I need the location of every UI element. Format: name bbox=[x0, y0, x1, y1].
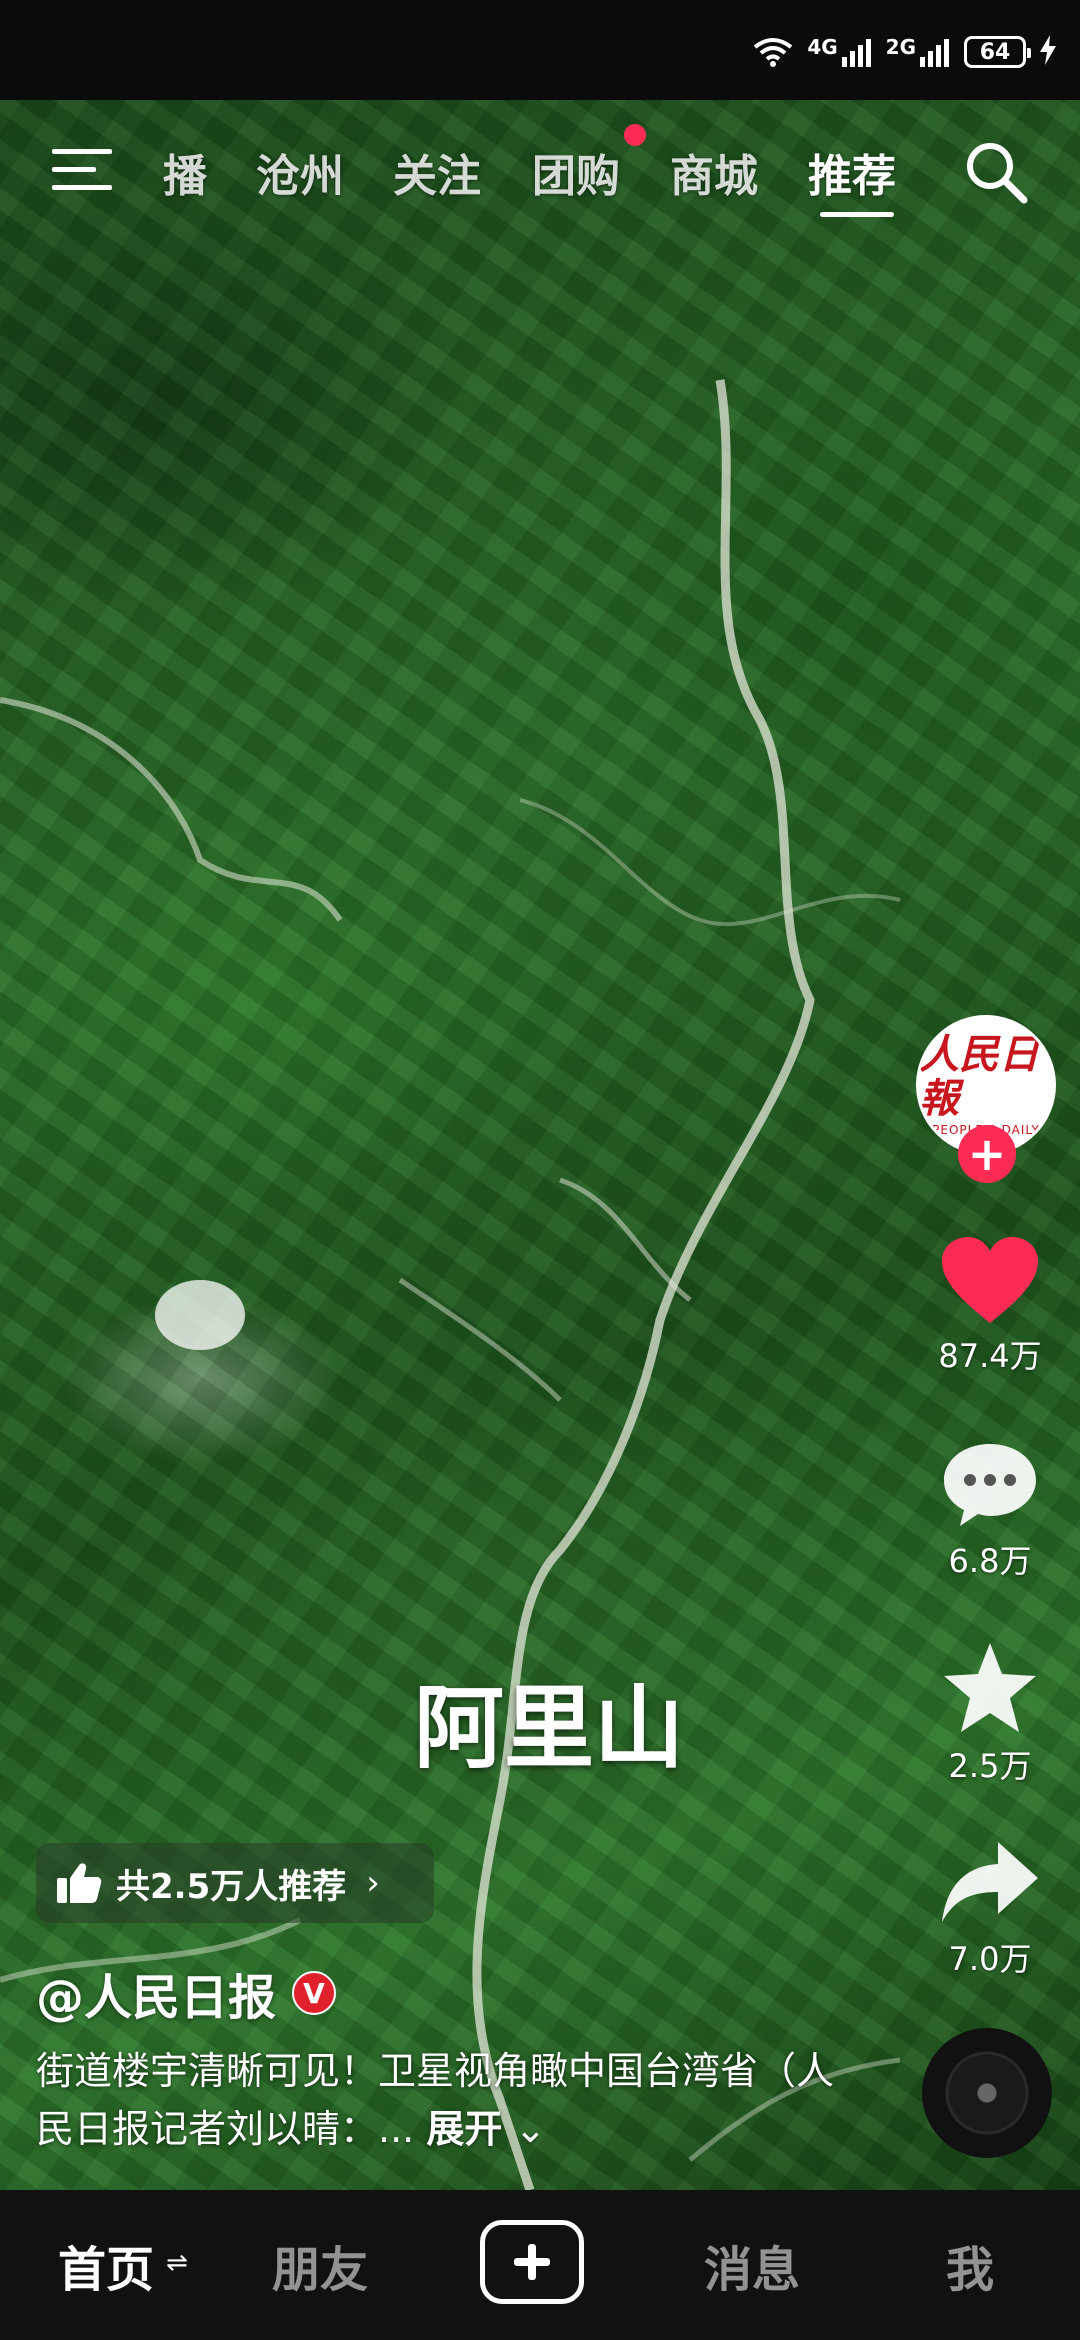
signal-1-label: 4G bbox=[807, 35, 838, 59]
signal-2-label: 2G bbox=[885, 35, 916, 59]
menu-icon[interactable] bbox=[50, 145, 114, 195]
plus-icon: + bbox=[967, 1127, 1007, 1181]
tab-group-buy[interactable]: 团购 bbox=[532, 140, 620, 204]
nav-friends[interactable]: 朋友 bbox=[272, 2230, 368, 2300]
comment-count: 6.8万 bbox=[948, 1542, 1032, 1580]
author-name[interactable]: @人民日报 bbox=[36, 1958, 276, 2028]
tab-local[interactable]: 沧州 bbox=[256, 140, 344, 204]
comment-icon bbox=[944, 1444, 1036, 1526]
tab-following[interactable]: 关注 bbox=[393, 140, 481, 204]
star-icon bbox=[944, 1643, 1036, 1732]
favorite-button[interactable]: 2.5万 bbox=[930, 1640, 1050, 1787]
like-button[interactable]: 87.4万 bbox=[930, 1235, 1050, 1377]
share-icon bbox=[942, 1842, 1038, 1922]
recommend-text: 共2.5万人推荐 bbox=[116, 1866, 347, 1907]
share-button[interactable]: 7.0万 bbox=[930, 1838, 1050, 1980]
signal-icon: 4G bbox=[807, 37, 871, 67]
wifi-icon bbox=[753, 37, 793, 67]
chevron-down-icon: ⌄ bbox=[502, 2107, 547, 2151]
heart-icon bbox=[942, 1237, 1038, 1323]
plus-icon bbox=[514, 2244, 550, 2280]
verified-badge-icon: V bbox=[292, 1971, 337, 2015]
swap-icon: ⇌ bbox=[166, 2248, 188, 2278]
share-count: 7.0万 bbox=[948, 1940, 1032, 1978]
tab-recommend[interactable]: 推荐 bbox=[808, 140, 896, 204]
signal-icon-2: 2G bbox=[886, 37, 950, 67]
tab-mall[interactable]: 商城 bbox=[670, 140, 758, 204]
active-tab-indicator bbox=[820, 212, 894, 217]
status-icons: 4G 2G 64 bbox=[753, 30, 1056, 74]
avatar-logo-text: 人民日報 bbox=[919, 1031, 1039, 1122]
like-count: 87.4万 bbox=[938, 1337, 1042, 1375]
battery-level: 64 bbox=[979, 39, 1011, 65]
comment-button[interactable]: 6.8万 bbox=[930, 1440, 1050, 1582]
author-row[interactable]: @人民日报 V bbox=[36, 1958, 337, 2028]
favorite-count: 2.5万 bbox=[948, 1747, 1032, 1785]
video-caption: 阿里山 bbox=[414, 1676, 684, 1781]
battery-icon: 64 bbox=[964, 36, 1031, 68]
music-disc-icon[interactable] bbox=[922, 2028, 1052, 2158]
search-icon[interactable] bbox=[962, 138, 1030, 206]
follow-button[interactable]: + bbox=[958, 1125, 1016, 1183]
tab-live[interactable]: 播 bbox=[163, 140, 207, 204]
thumbs-up-icon bbox=[57, 1863, 102, 1903]
recommend-pill[interactable]: 共2.5万人推荐 › bbox=[36, 1843, 434, 1923]
nav-home[interactable]: 首页 bbox=[58, 2230, 154, 2300]
nav-me[interactable]: 我 bbox=[946, 2230, 994, 2300]
bottom-nav: 首页 ⇌ 朋友 消息 我 bbox=[0, 2190, 1080, 2340]
top-tab-bar: 播 沧州 关注 团购 商城 推荐 bbox=[0, 120, 1080, 220]
notification-dot bbox=[624, 124, 646, 146]
create-button[interactable] bbox=[480, 2220, 584, 2304]
chevron-right-icon: › bbox=[366, 1863, 380, 1903]
expand-button[interactable]: 展开 bbox=[426, 2107, 502, 2151]
charging-icon bbox=[1040, 35, 1056, 69]
nav-messages[interactable]: 消息 bbox=[704, 2230, 800, 2300]
status-bar: 4G 2G 64 bbox=[0, 0, 1080, 100]
video-description[interactable]: 街道楼宇清晰可见！卫星视角瞰中国台湾省（人民日报记者刘以晴：... 展开 ⌄ bbox=[36, 2042, 836, 2158]
